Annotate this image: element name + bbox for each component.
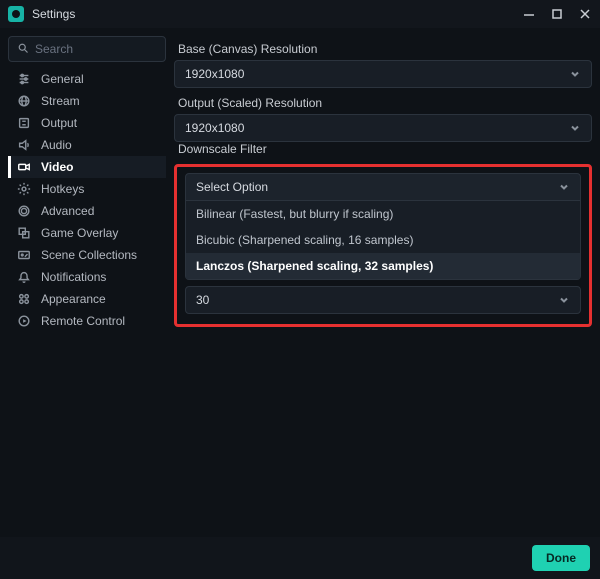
sidebar-item-label: Stream: [41, 94, 80, 108]
sliders-icon: [17, 72, 31, 86]
sidebar-item-label: Appearance: [41, 292, 106, 306]
base-resolution-value: 1920x1080: [185, 67, 244, 81]
chevron-down-icon: [558, 181, 570, 193]
sidebar-item-label: General: [41, 72, 84, 86]
globe-icon: [17, 94, 31, 108]
sidebar-item-advanced[interactable]: Advanced: [8, 200, 166, 222]
output-resolution-value: 1920x1080: [185, 121, 244, 135]
scenes-icon: [17, 248, 31, 262]
sidebar-item-game-overlay[interactable]: Game Overlay: [8, 222, 166, 244]
downscale-filter-options: Bilinear (Fastest, but blurry if scaling…: [185, 201, 581, 280]
chevron-down-icon: [569, 122, 581, 134]
gear-icon: [17, 182, 31, 196]
chevron-down-icon: [569, 68, 581, 80]
bell-icon: [17, 270, 31, 284]
downscale-filter-label: Downscale Filter: [174, 142, 592, 156]
sidebar-item-notifications[interactable]: Notifications: [8, 266, 166, 288]
fps-value: 30: [196, 293, 209, 307]
appearance-icon: [17, 292, 31, 306]
output-resolution-select[interactable]: 1920x1080: [174, 114, 592, 142]
main-panel: Base (Canvas) Resolution 1920x1080 Outpu…: [174, 34, 592, 537]
footer: Done: [0, 537, 600, 579]
base-resolution-label: Base (Canvas) Resolution: [174, 42, 592, 56]
downscale-filter-dropdown: Select Option Bilinear (Fastest, but blu…: [185, 173, 581, 280]
sidebar-item-label: Advanced: [41, 204, 94, 218]
sidebar-item-label: Scene Collections: [41, 248, 137, 262]
sidebar: General Stream Output Audio Video: [8, 34, 166, 537]
chevron-down-icon: [558, 294, 570, 306]
sidebar-item-label: Audio: [41, 138, 72, 152]
app-icon: [8, 6, 24, 22]
video-icon: [17, 160, 31, 174]
window-title: Settings: [32, 7, 75, 21]
sidebar-item-label: Output: [41, 116, 77, 130]
output-resolution-label: Output (Scaled) Resolution: [174, 96, 592, 110]
sidebar-item-appearance[interactable]: Appearance: [8, 288, 166, 310]
titlebar: Settings: [0, 0, 600, 28]
advanced-icon: [17, 204, 31, 218]
settings-window: Settings: [0, 0, 600, 579]
remote-icon: [17, 314, 31, 328]
speaker-icon: [17, 138, 31, 152]
close-button[interactable]: [578, 7, 592, 21]
sidebar-item-remote-control[interactable]: Remote Control: [8, 310, 166, 332]
sidebar-item-label: Remote Control: [41, 314, 125, 328]
maximize-button[interactable]: [550, 7, 564, 21]
sidebar-item-label: Notifications: [41, 270, 106, 284]
fps-select[interactable]: 30: [185, 286, 581, 314]
search-icon: [17, 42, 29, 57]
downscale-filter-select[interactable]: Select Option: [185, 173, 581, 201]
highlighted-region: Select Option Bilinear (Fastest, but blu…: [174, 164, 592, 327]
sidebar-item-stream[interactable]: Stream: [8, 90, 166, 112]
sidebar-item-audio[interactable]: Audio: [8, 134, 166, 156]
option-bicubic[interactable]: Bicubic (Sharpened scaling, 16 samples): [186, 227, 580, 253]
option-lanczos[interactable]: Lanczos (Sharpened scaling, 32 samples): [186, 253, 580, 279]
downscale-filter-placeholder: Select Option: [196, 180, 268, 194]
window-controls: [522, 7, 592, 21]
base-resolution-select[interactable]: 1920x1080: [174, 60, 592, 88]
sidebar-nav: General Stream Output Audio Video: [8, 68, 166, 332]
output-icon: [17, 116, 31, 130]
done-button[interactable]: Done: [532, 545, 590, 571]
overlay-icon: [17, 226, 31, 240]
search-input[interactable]: [35, 42, 157, 56]
body: General Stream Output Audio Video: [0, 28, 600, 537]
sidebar-item-general[interactable]: General: [8, 68, 166, 90]
sidebar-item-label: Video: [41, 160, 73, 174]
sidebar-item-hotkeys[interactable]: Hotkeys: [8, 178, 166, 200]
sidebar-item-output[interactable]: Output: [8, 112, 166, 134]
sidebar-item-video[interactable]: Video: [8, 156, 166, 178]
minimize-button[interactable]: [522, 7, 536, 21]
sidebar-item-scene-collections[interactable]: Scene Collections: [8, 244, 166, 266]
search-box[interactable]: [8, 36, 166, 62]
sidebar-item-label: Hotkeys: [41, 182, 84, 196]
sidebar-item-label: Game Overlay: [41, 226, 118, 240]
option-bilinear[interactable]: Bilinear (Fastest, but blurry if scaling…: [186, 201, 580, 227]
